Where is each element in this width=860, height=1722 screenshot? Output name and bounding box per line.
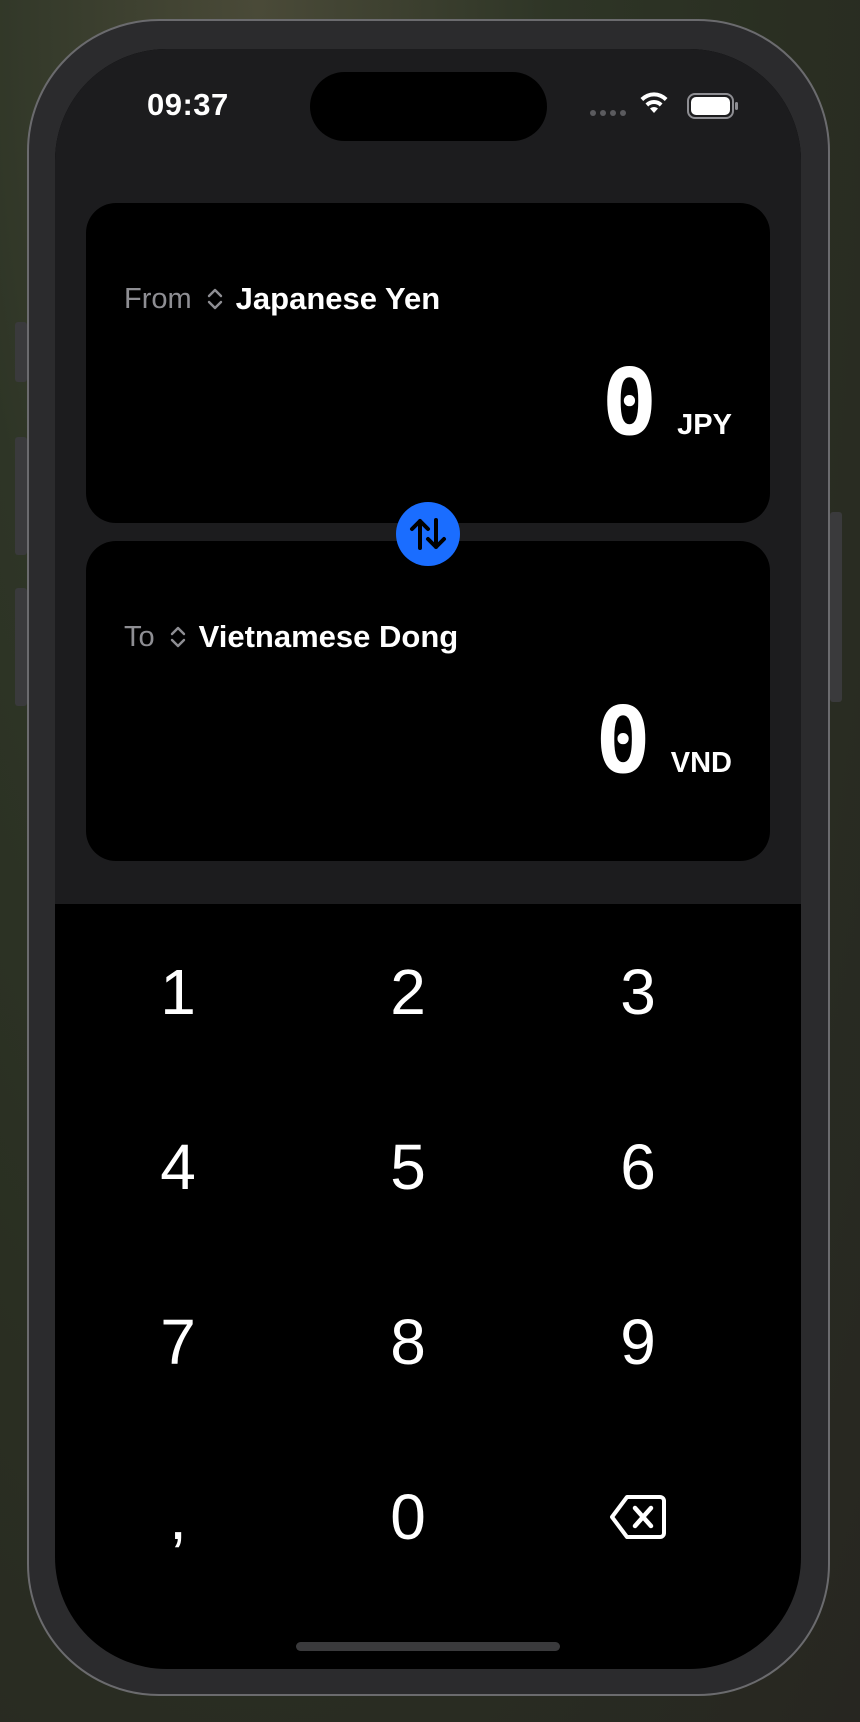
key-8[interactable]: 8	[293, 1254, 523, 1429]
from-currency-picker[interactable]: From Japanese Yen	[124, 281, 440, 317]
chevron-up-down-icon	[207, 288, 222, 310]
from-label: From	[124, 282, 192, 315]
wifi-icon	[640, 92, 668, 113]
key-7[interactable]: 7	[63, 1254, 293, 1429]
key-1[interactable]: 1	[63, 904, 293, 1079]
to-currency-picker[interactable]: To Vietnamese Dong	[124, 619, 458, 655]
key-9[interactable]: 9	[523, 1254, 753, 1429]
key-5[interactable]: 5	[293, 1079, 523, 1254]
battery-icon	[687, 93, 738, 119]
backspace-button[interactable]	[523, 1429, 753, 1604]
delete-left-icon	[610, 1494, 666, 1539]
from-currency-code: JPY	[677, 409, 732, 441]
app-screen: 09:37 From Japanese Yen 0 JPY To Vietnam…	[55, 49, 801, 1669]
key-0[interactable]: 0	[293, 1429, 523, 1604]
to-currency-card: To Vietnamese Dong 0 VND	[86, 541, 770, 861]
from-currency-card: From Japanese Yen 0 JPY	[86, 203, 770, 523]
number-keypad: 1 2 3 4 5 6 7 8 9 , 0	[55, 904, 801, 1604]
to-currency-code: VND	[670, 747, 732, 779]
action-button	[15, 322, 27, 382]
to-amount: 0	[595, 687, 651, 794]
volume-up-button	[15, 437, 27, 555]
swap-arrows-icon	[410, 518, 446, 550]
converter-panel: 09:37 From Japanese Yen 0 JPY To Vietnam…	[55, 49, 801, 904]
from-amount-display: 0 JPY	[602, 357, 732, 449]
from-amount: 0	[601, 349, 658, 456]
status-time: 09:37	[147, 87, 229, 122]
dynamic-island	[310, 72, 547, 141]
key-4[interactable]: 4	[63, 1079, 293, 1254]
key-3[interactable]: 3	[523, 904, 753, 1079]
chevron-up-down-icon	[170, 626, 185, 648]
cellular-signal-icon	[590, 110, 626, 116]
power-button	[830, 512, 842, 702]
from-currency-name: Japanese Yen	[235, 281, 441, 316]
swap-currencies-button[interactable]	[396, 502, 460, 566]
home-indicator[interactable]	[296, 1642, 560, 1651]
key-6[interactable]: 6	[523, 1079, 753, 1254]
volume-down-button	[15, 588, 27, 706]
to-amount-display: 0 VND	[595, 695, 732, 787]
key-decimal-comma[interactable]: ,	[63, 1429, 293, 1604]
key-2[interactable]: 2	[293, 904, 523, 1079]
to-currency-name: Vietnamese Dong	[198, 619, 459, 654]
to-label: To	[124, 620, 155, 653]
